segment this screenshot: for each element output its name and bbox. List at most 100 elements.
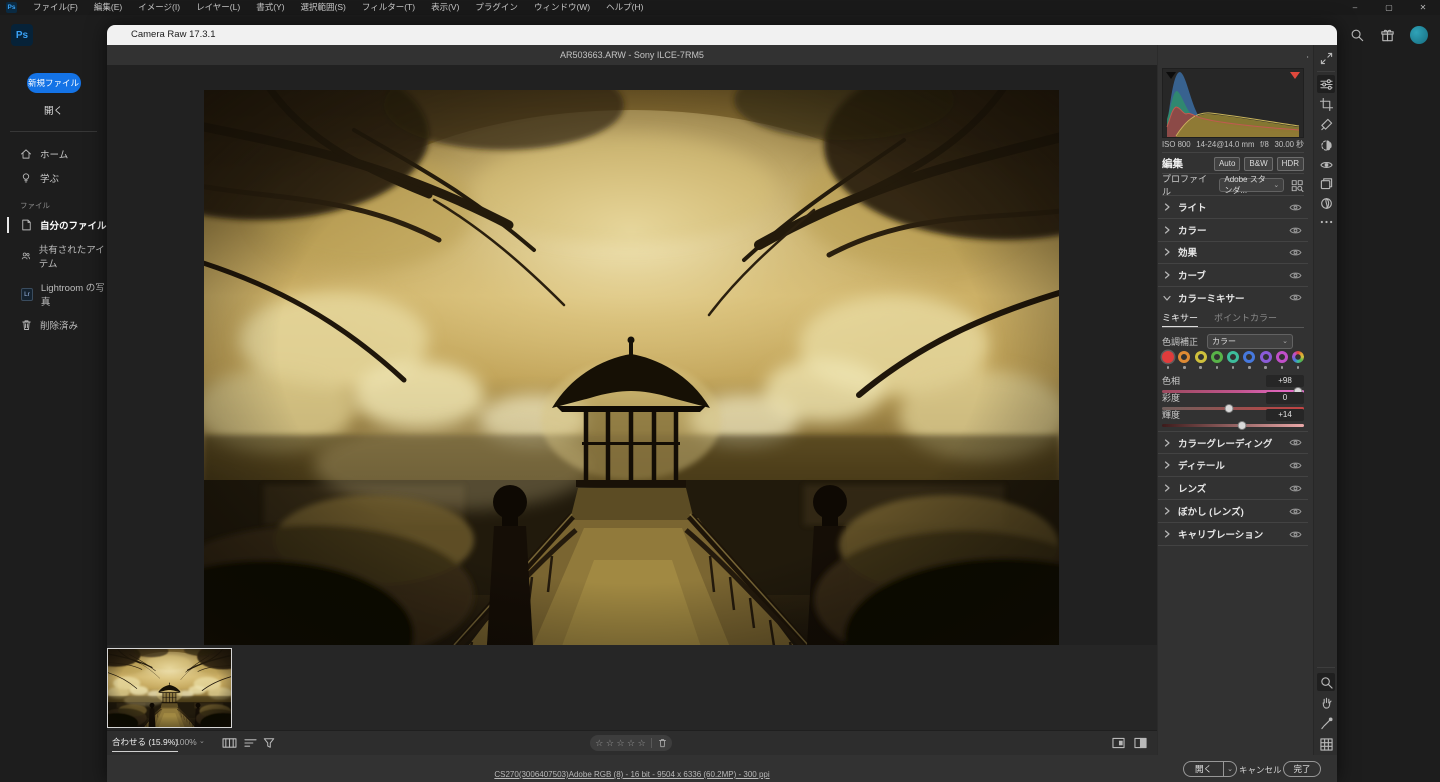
bw-button[interactable]: B&W	[1244, 157, 1272, 171]
edit-tool-icon[interactable]	[1317, 75, 1335, 93]
profile-browser-icon[interactable]	[1291, 179, 1304, 192]
menu-filter[interactable]: フィルター(T)	[354, 0, 423, 15]
new-file-button[interactable]: 新規ファイル	[27, 73, 81, 93]
channel-magenta[interactable]	[1276, 351, 1288, 369]
search-icon[interactable]	[1350, 28, 1365, 43]
hdr-button[interactable]: HDR	[1277, 157, 1304, 171]
eye-icon[interactable]	[1289, 203, 1302, 212]
grid-overlay-icon[interactable]	[1317, 735, 1335, 753]
section-curve[interactable]: カーブ	[1158, 264, 1308, 287]
luminance-value[interactable]: +14	[1266, 409, 1304, 421]
sidebar-item-shared[interactable]: 共有されたアイテム	[0, 237, 107, 275]
section-detail[interactable]: ディテール	[1158, 454, 1308, 477]
open-button-chevron[interactable]: ⌄	[1223, 761, 1237, 777]
shadow-clipping-indicator[interactable]	[1166, 72, 1176, 79]
user-avatar[interactable]	[1410, 26, 1428, 44]
open-file-button[interactable]: 開く	[34, 103, 74, 117]
star-4[interactable]: ☆	[627, 735, 635, 751]
section-color-mixer[interactable]: カラーミキサー	[1158, 286, 1308, 309]
sidebar-item-learn[interactable]: 学ぶ	[0, 166, 107, 190]
menu-layer[interactable]: レイヤー(L)	[188, 0, 248, 15]
eye-icon[interactable]	[1289, 461, 1302, 470]
star-2[interactable]: ☆	[606, 735, 614, 751]
sidebar-item-lightroom-photos[interactable]: Lr Lightroom の写真	[0, 275, 107, 313]
hue-value[interactable]: +98	[1266, 375, 1304, 387]
section-calibration[interactable]: キャリブレーション	[1158, 523, 1308, 546]
minimize-button[interactable]: –	[1338, 0, 1372, 15]
open-button[interactable]: 開く	[1183, 761, 1223, 777]
star-5[interactable]: ☆	[638, 735, 646, 751]
chevron-down-icon[interactable]: ⌄	[199, 737, 205, 745]
red-eye-tool-icon[interactable]	[1317, 156, 1335, 174]
star-1[interactable]: ☆	[595, 735, 603, 751]
menu-type[interactable]: 書式(Y)	[248, 0, 292, 15]
sidebar-item-deleted[interactable]: 削除済み	[0, 313, 107, 337]
eye-icon[interactable]	[1289, 438, 1302, 447]
section-color[interactable]: カラー	[1158, 219, 1308, 242]
sidebar-item-my-files[interactable]: 自分のファイル	[0, 213, 107, 237]
sort-order-icon[interactable]	[244, 737, 257, 749]
more-tools-icon[interactable]	[1317, 213, 1335, 231]
eye-icon[interactable]	[1289, 530, 1302, 539]
white-balance-eyedropper-icon[interactable]	[1317, 714, 1335, 732]
saturation-value[interactable]: 0	[1266, 392, 1304, 404]
filter-icon[interactable]	[263, 737, 275, 749]
section-effects[interactable]: 効果	[1158, 241, 1308, 264]
filmstrip-thumbnail-selected[interactable]	[107, 648, 232, 728]
menu-select[interactable]: 選択範囲(S)	[293, 0, 354, 15]
auto-button[interactable]: Auto	[1214, 157, 1240, 171]
preview-image[interactable]	[204, 90, 1059, 662]
section-lens-blur[interactable]: ぼかし (レンズ)	[1158, 500, 1308, 523]
luminance-slider-track[interactable]	[1162, 424, 1304, 427]
menu-window[interactable]: ウィンドウ(W)	[526, 0, 598, 15]
zoom-tool-icon[interactable]	[1317, 673, 1335, 691]
menu-file[interactable]: ファイル(F)	[25, 0, 86, 15]
channel-blue[interactable]	[1243, 351, 1255, 369]
star-3[interactable]: ☆	[616, 735, 624, 751]
done-button[interactable]: 完了	[1283, 761, 1321, 777]
tab-mixer[interactable]: ミキサー	[1162, 311, 1198, 327]
heal-tool-icon[interactable]	[1317, 115, 1335, 133]
section-lens[interactable]: レンズ	[1158, 477, 1308, 500]
close-button[interactable]: ✕	[1406, 0, 1440, 15]
menu-plugins[interactable]: プラグイン	[467, 0, 526, 15]
highlight-clipping-indicator[interactable]	[1290, 72, 1300, 79]
eye-icon[interactable]	[1289, 248, 1302, 257]
snapshots-tool-icon[interactable]	[1317, 194, 1335, 212]
sidebar-item-home[interactable]: ホーム	[0, 142, 107, 166]
masking-tool-icon[interactable]	[1317, 136, 1335, 154]
menu-help[interactable]: ヘルプ(H)	[598, 0, 651, 15]
histogram[interactable]	[1162, 68, 1304, 138]
channel-green[interactable]	[1211, 351, 1223, 369]
menu-view[interactable]: 表示(V)	[423, 0, 467, 15]
tab-point-color[interactable]: ポイントカラー	[1214, 311, 1277, 327]
whats-new-gift-icon[interactable]	[1380, 28, 1395, 43]
cancel-button[interactable]: キャンセル	[1239, 764, 1282, 776]
fullscreen-toggle-icon[interactable]	[1317, 49, 1335, 67]
eye-icon[interactable]	[1289, 484, 1302, 493]
menu-image[interactable]: イメージ(I)	[130, 0, 188, 15]
eye-icon[interactable]	[1289, 507, 1302, 516]
zoom-100-tab[interactable]: 100%	[175, 737, 197, 747]
reject-trash-icon[interactable]	[658, 738, 667, 748]
eye-icon[interactable]	[1289, 226, 1302, 235]
section-color-grading[interactable]: カラーグレーディング	[1158, 431, 1308, 454]
workflow-options-link[interactable]: CS270(3006407503)Adobe RGB (8) - 16 bit …	[494, 770, 769, 779]
channel-purple[interactable]	[1260, 351, 1272, 369]
luminance-slider-handle[interactable]	[1237, 421, 1246, 430]
before-after-view-icon[interactable]	[1134, 737, 1147, 749]
profile-dropdown[interactable]: Adobe スタンダ... ⌄	[1219, 178, 1284, 192]
menu-edit[interactable]: 編集(E)	[86, 0, 130, 15]
channel-orange[interactable]	[1178, 351, 1190, 369]
fit-zoom-tab[interactable]: 合わせる (15.9%)	[112, 736, 178, 752]
adjust-dropdown[interactable]: カラー ⌄	[1207, 334, 1293, 349]
filmstrip-toggle-icon[interactable]	[222, 737, 237, 749]
channel-aqua[interactable]	[1227, 351, 1239, 369]
channel-yellow[interactable]	[1195, 351, 1207, 369]
eye-icon[interactable]	[1289, 271, 1302, 280]
channel-red[interactable]	[1162, 351, 1174, 369]
hand-tool-icon[interactable]	[1317, 693, 1335, 711]
presets-tool-icon[interactable]	[1317, 174, 1335, 192]
eye-icon[interactable]	[1289, 293, 1302, 302]
single-view-icon[interactable]	[1112, 737, 1125, 749]
